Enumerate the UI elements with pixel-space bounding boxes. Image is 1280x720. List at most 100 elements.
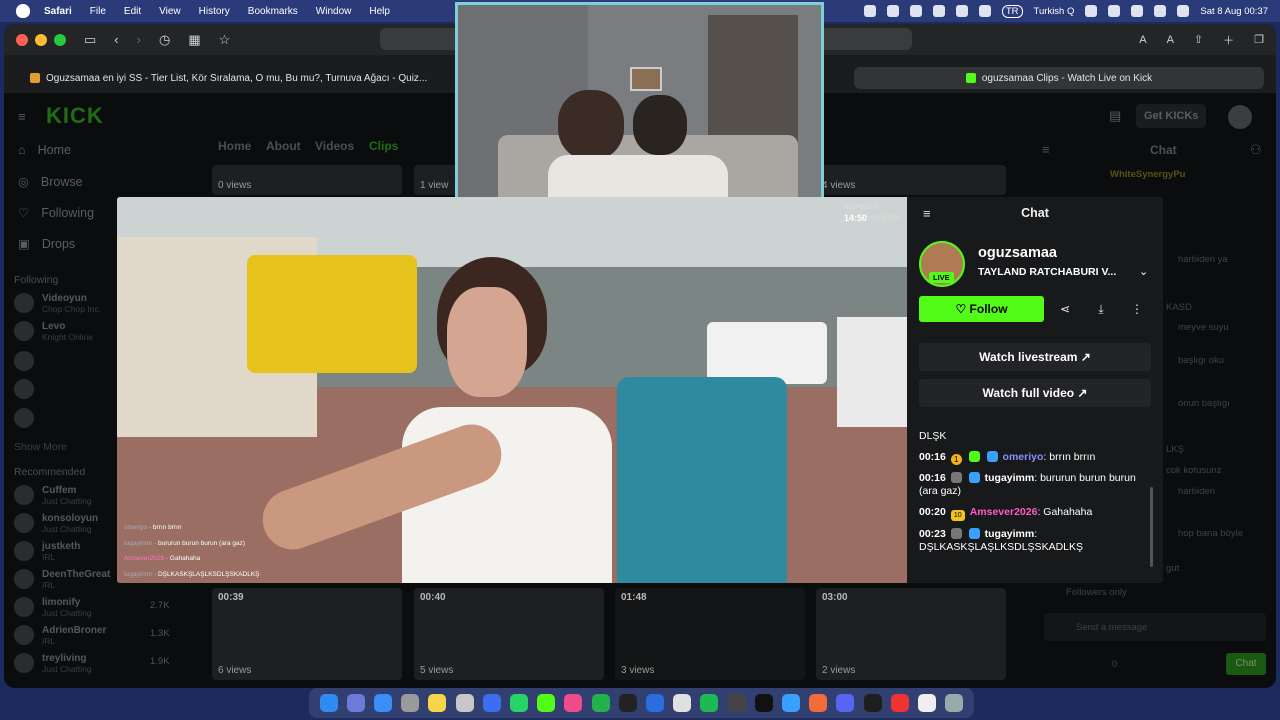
- calculator-icon[interactable]: [455, 694, 474, 712]
- subnav-videos[interactable]: Videos: [315, 139, 354, 153]
- more-options-icon[interactable]: ⋮: [1124, 296, 1150, 322]
- chat-username[interactable]: tugayimm: [985, 472, 1035, 484]
- users-icon[interactable]: ⚇: [1250, 142, 1262, 158]
- chat-message-input[interactable]: Send a message: [1044, 613, 1266, 641]
- sidebar-channel[interactable]: Videoyun Chop Chop Inc.: [14, 293, 101, 314]
- forward-icon[interactable]: ›: [137, 32, 141, 47]
- chat-scrollbar[interactable]: [1150, 487, 1153, 567]
- menu-view[interactable]: View: [159, 6, 181, 17]
- status-icon[interactable]: [932, 5, 945, 17]
- follow-button[interactable]: ♡ Follow: [919, 296, 1044, 322]
- spotlight-search-icon[interactable]: [1131, 5, 1144, 17]
- whatsapp-icon[interactable]: [510, 694, 529, 712]
- sidebar-channel[interactable]: AdrienBroner IRL: [14, 625, 106, 646]
- tab-overview-icon[interactable]: ▦: [188, 32, 200, 48]
- input-source-badge[interactable]: TR: [1001, 4, 1023, 18]
- app-icon[interactable]: [890, 694, 909, 712]
- subnav-clips[interactable]: Clips: [369, 139, 398, 153]
- kick-logo[interactable]: KICK: [46, 103, 104, 129]
- app-icon[interactable]: [618, 694, 637, 712]
- tabs-icon[interactable]: ❐: [1254, 33, 1264, 46]
- notes-icon[interactable]: [428, 694, 447, 712]
- new-tab-icon[interactable]: ＋: [1223, 32, 1234, 48]
- user-avatar[interactable]: [1228, 105, 1252, 129]
- status-icon[interactable]: [863, 5, 876, 17]
- get-kicks-button[interactable]: Get KICKs: [1136, 104, 1207, 128]
- bookmark-star-icon[interactable]: ☆: [219, 32, 231, 48]
- menu-window[interactable]: Window: [316, 6, 352, 17]
- airdrop-icon[interactable]: [955, 5, 968, 17]
- app-icon[interactable]: [646, 694, 665, 712]
- clip-thumbnail[interactable]: 00:39 6 views: [212, 588, 402, 680]
- menu-file[interactable]: File: [90, 6, 106, 17]
- clip-thumbnail[interactable]: 0 views: [212, 165, 402, 195]
- menu-app[interactable]: Safari: [44, 6, 72, 17]
- app-icon[interactable]: [673, 694, 692, 712]
- apple-menu-icon[interactable]: [16, 4, 30, 18]
- menu-edit[interactable]: Edit: [124, 6, 141, 17]
- sidebar-channel[interactable]: justketh IRL: [14, 541, 80, 562]
- control-center-icon[interactable]: [1154, 5, 1167, 17]
- collapse-chat-icon[interactable]: ≡: [1042, 142, 1050, 157]
- capcut-icon[interactable]: [754, 694, 773, 712]
- sidebar-channel-hidden[interactable]: [14, 408, 34, 428]
- close-window-button[interactable]: [16, 33, 28, 46]
- status-icon[interactable]: [909, 5, 922, 17]
- menu-help[interactable]: Help: [369, 6, 390, 17]
- sidebar-channel-hidden[interactable]: [14, 351, 34, 371]
- safari-icon[interactable]: [782, 694, 801, 712]
- spotify-icon[interactable]: [700, 694, 719, 712]
- trash-icon[interactable]: [945, 694, 964, 712]
- send-chat-button[interactable]: Chat: [1226, 653, 1266, 675]
- kick-icon[interactable]: [537, 694, 556, 712]
- clip-thumbnail[interactable]: 4 views: [816, 165, 1006, 195]
- sidebar-channel[interactable]: treyliving Just Chatting: [14, 653, 92, 674]
- menu-bookmarks[interactable]: Bookmarks: [248, 6, 298, 17]
- battery-icon[interactable]: [1108, 5, 1121, 17]
- nav-browse[interactable]: ◎ Browse: [18, 174, 83, 190]
- clip-thumbnail[interactable]: 00:40 5 views: [414, 588, 604, 680]
- back-icon[interactable]: ‹: [114, 32, 118, 47]
- font-larger-button[interactable]: A: [1167, 34, 1174, 46]
- app-icon[interactable]: [809, 694, 828, 712]
- input-source-name[interactable]: Turkish Q: [1034, 6, 1075, 17]
- show-more-link[interactable]: Show More: [14, 441, 67, 453]
- discord-icon[interactable]: [836, 694, 855, 712]
- sidebar-channel[interactable]: DeenTheGreat IRL: [14, 569, 110, 590]
- focus-moon-icon[interactable]: [978, 5, 991, 17]
- sidebar-toggle-icon[interactable]: ▭: [84, 32, 96, 48]
- watch-livestream-button[interactable]: Watch livestream ↗: [919, 343, 1151, 371]
- app-icon[interactable]: [591, 694, 610, 712]
- hamburger-menu-icon[interactable]: ≡: [18, 109, 26, 124]
- nav-following[interactable]: ♡ Following: [18, 205, 94, 221]
- subnav-home[interactable]: Home: [218, 139, 251, 153]
- sidebar-channel[interactable]: konsoloyun Just Chatting: [14, 513, 98, 534]
- siri-icon[interactable]: [1177, 5, 1190, 17]
- clip-thumbnail[interactable]: 01:48 3 views: [615, 588, 805, 680]
- channel-name[interactable]: oguzsamaa: [978, 245, 1057, 261]
- photos-icon[interactable]: [564, 694, 583, 712]
- app-icon[interactable]: [727, 694, 746, 712]
- finder-icon[interactable]: [319, 694, 338, 712]
- chevron-down-icon[interactable]: ⌄: [1139, 265, 1148, 278]
- wifi-icon[interactable]: [1085, 5, 1098, 17]
- subnav-about[interactable]: About: [266, 139, 301, 153]
- clip-video-player[interactable]: KeyPalace 14:50 04.08.2024 omeriyo · brr…: [117, 197, 907, 583]
- nav-drops[interactable]: ▣ Drops: [18, 236, 75, 252]
- nav-home[interactable]: ⌂ Home: [18, 143, 71, 157]
- app-icon[interactable]: [482, 694, 501, 712]
- font-smaller-button[interactable]: A: [1139, 34, 1146, 46]
- tab-kick-clips[interactable]: oguzsamaa Clips - Watch Live on Kick: [854, 67, 1264, 89]
- tab-quiz[interactable]: Oguzsamaa en iyi SS - Tier List, Kör Sır…: [30, 67, 440, 89]
- launchpad-icon[interactable]: [346, 694, 365, 712]
- chat-username[interactable]: Amsever2026: [970, 506, 1038, 518]
- chat-username[interactable]: omeriyo: [1003, 451, 1044, 463]
- clock[interactable]: Sat 8 Aug 00:37: [1200, 6, 1268, 17]
- sidebar-channel[interactable]: Levo Knight Online: [14, 321, 93, 342]
- document-icon[interactable]: [918, 694, 937, 712]
- watch-full-video-button[interactable]: Watch full video ↗: [919, 379, 1151, 407]
- chat-username[interactable]: tugayimm: [985, 528, 1035, 540]
- terminal-icon[interactable]: [863, 694, 882, 712]
- share-icon[interactable]: ⋖: [1052, 296, 1078, 322]
- zoom-window-button[interactable]: [54, 33, 66, 46]
